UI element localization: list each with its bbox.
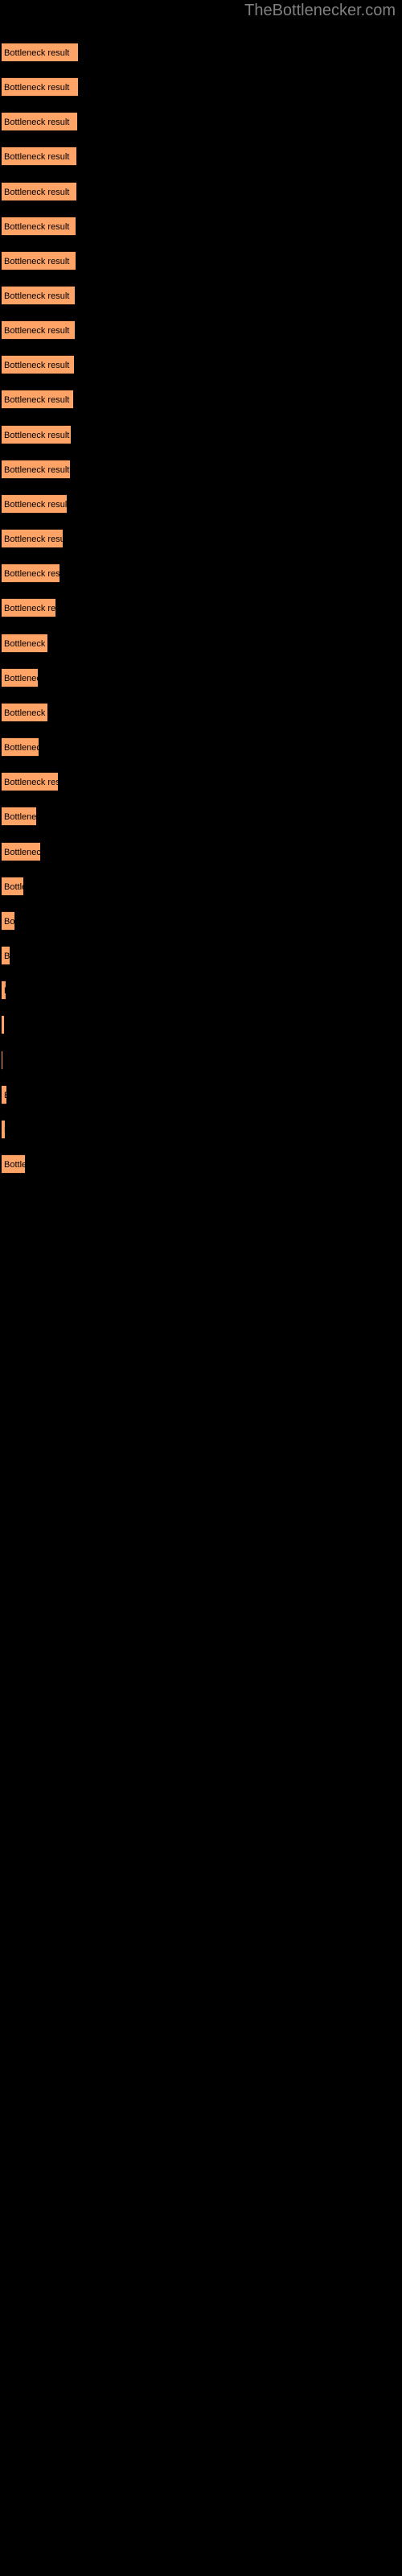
bar-label: Bottleneck result (4, 952, 10, 961)
bar-label: Bottleneck result (4, 361, 70, 370)
bar-label: Bottleneck result (4, 222, 70, 232)
bar-label: Bottleneck result (4, 812, 36, 822)
bar-label: Bottleneck result (4, 1086, 6, 1104)
bar-label: Bottleneck result (4, 1121, 5, 1138)
bar: Bottleneck result (2, 1120, 5, 1139)
bar-label: Bottleneck result (4, 1160, 25, 1170)
bar-label: Bottleneck result (4, 431, 70, 440)
bar: Bottleneck result (2, 286, 75, 305)
bar: Bottleneck result (2, 529, 63, 548)
bar: Bottleneck result (2, 668, 38, 687)
bar: Bottleneck result (2, 842, 40, 861)
bar: Bottleneck result (2, 251, 76, 270)
bar: Bottleneck result (2, 980, 6, 1000)
bar: Bottleneck result (2, 877, 23, 896)
bar-label: Bottleneck result (4, 48, 70, 58)
bar-label: Bottleneck result (4, 639, 47, 649)
bar: Bottleneck result (2, 1154, 25, 1174)
bar: Bottleneck result (2, 112, 77, 131)
chart-root: TheBottlenecker.com Bottleneck result Bot… (0, 0, 402, 2576)
bar-label: Bottleneck result (4, 535, 63, 544)
bar-label: Bottleneck result (4, 326, 70, 336)
bar: Bottleneck result (2, 217, 76, 236)
bar: Bottleneck result (2, 634, 47, 653)
bar-label: Bottleneck result (4, 743, 39, 753)
bar-label: Bottleneck result (4, 569, 59, 579)
bar: Bottleneck result (2, 320, 75, 340)
bar: Bottleneck result (2, 182, 76, 201)
bar-label: Bottleneck result (4, 778, 58, 787)
bar: Bottleneck result (2, 564, 59, 583)
bar-label: Bottleneck result (4, 465, 70, 475)
bar-label: Bottleneck result (4, 395, 70, 405)
bar: Bottleneck result (2, 807, 36, 826)
bar: Bottleneck result (2, 1015, 4, 1034)
bar-label: Bottleneck result (4, 257, 70, 266)
bar-label: Bottleneck result (4, 674, 38, 683)
bar: Bottleneck result (2, 703, 47, 722)
bar-label: Bottleneck result (4, 152, 70, 162)
bar-label: Bottleneck result (4, 118, 70, 127)
bar: Bottleneck result (2, 911, 14, 931)
bar-label: Bottleneck result (4, 848, 40, 857)
bar: Bottleneck result (2, 77, 78, 97)
bar-chart-plot-area: Bottleneck result Bottleneck result Bottle… (0, 0, 402, 2576)
bar: Bottleneck result (2, 772, 58, 791)
bar: Bottleneck result (2, 1085, 6, 1104)
bar-label: Bottleneck result (4, 291, 70, 301)
bar: Bottleneck result (2, 598, 55, 617)
bar: Bottleneck result (2, 425, 71, 444)
bar-label: Bottleneck result (4, 917, 14, 927)
bar: Bottleneck result (2, 494, 67, 514)
bar-label: Bottleneck result (4, 708, 47, 718)
bar-label: Bottleneck result (4, 500, 67, 510)
bar: Bottleneck result (2, 355, 74, 374)
bar-label: Bottleneck result (4, 981, 6, 999)
bar-label: Bottleneck result (4, 188, 70, 197)
bar: Bottleneck result (2, 737, 39, 757)
bar: Bottleneck result (2, 390, 73, 409)
bar-label: Bottleneck result (4, 83, 70, 93)
bar: Bottleneck result (2, 946, 10, 965)
bar: Bottleneck result (2, 147, 76, 166)
bar: Bottleneck result (2, 460, 70, 479)
bar: Bottleneck result (2, 43, 78, 62)
bar-label: Bottleneck result (4, 882, 23, 892)
bar-label: Bottleneck result (4, 604, 55, 613)
